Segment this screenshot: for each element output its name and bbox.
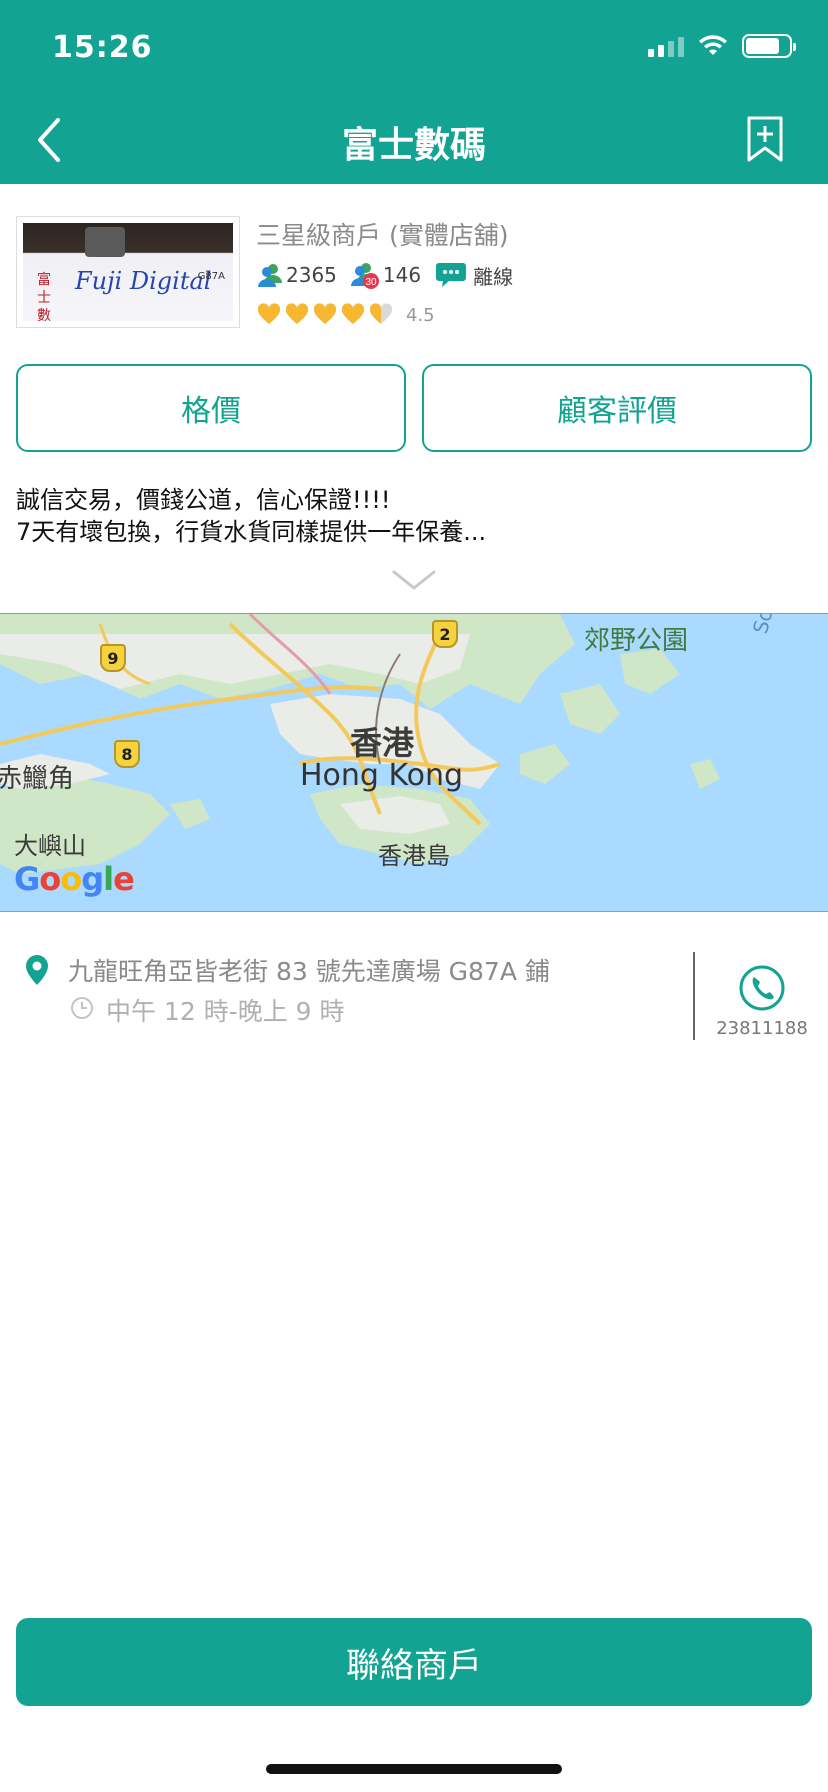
contact-info: 九龍旺角亞皆老街 83 號先達廣場 G87A 鋪 中午 12 時-晚上 9 時 …: [0, 940, 828, 1040]
heart-icon: [313, 303, 337, 324]
heart-icon: [369, 303, 393, 324]
google-logo-o2: o: [60, 860, 82, 898]
location-map[interactable]: 9 8 2 郊野公園 South 香港 Hong Kong 赤鱲角 大嶼山 香港…: [0, 613, 828, 912]
chevron-down-icon[interactable]: [390, 566, 438, 594]
map-label-chek-lap-kok: 赤鱲角: [0, 764, 75, 794]
store-photo[interactable]: 富士數碼 Fuji Digital G87A: [16, 216, 240, 328]
merchant-stats: 2365 30 146 離線: [256, 260, 527, 290]
recent-visitors-stat: 30 146: [350, 260, 422, 290]
bookmark-add-icon[interactable]: [746, 116, 784, 162]
store-address[interactable]: 九龍旺角亞皆老街 83 號先達廣場 G87A 鋪: [68, 952, 550, 988]
battery-icon: [742, 34, 796, 58]
phone-icon: [739, 965, 785, 1011]
heart-icon: [285, 303, 309, 324]
chat-bubble-icon: [436, 263, 467, 287]
chat-stat[interactable]: 離線: [435, 261, 513, 290]
map-label-country-park: 郊野公園: [584, 626, 689, 656]
rating-value: 4.5: [406, 304, 435, 326]
google-logo-o1: o: [39, 860, 61, 898]
chat-status: 離線: [473, 264, 514, 289]
google-logo-g1: G: [14, 860, 40, 898]
store-photo-sign: Fuji Digital: [75, 267, 212, 295]
app-header: 15:26 富士數碼: [0, 0, 828, 184]
map-label-hk-island: 香港島: [378, 842, 450, 870]
price-compare-button[interactable]: 格價: [16, 364, 406, 452]
home-indicator: [266, 1764, 562, 1774]
status-icons: [648, 34, 796, 58]
description-line-2: 7天有壞包換，行貨水貨同樣提供一年保養...: [16, 518, 487, 546]
page-title: 富士數碼: [341, 125, 486, 166]
call-button[interactable]: 23811188: [716, 964, 808, 1040]
route-shield-8: 8: [114, 740, 140, 768]
merchant-type: 三星級商戶 (實體店舖): [256, 221, 509, 250]
google-logo-e: e: [113, 860, 135, 898]
recent-visitors-badge: 30: [365, 277, 377, 288]
google-logo: Google: [14, 860, 135, 898]
followers-stat: 2365: [256, 261, 337, 289]
map-label-lantau: 大嶼山: [14, 832, 86, 860]
store-photo-code: G87A: [197, 271, 225, 282]
location-pin-icon: [26, 955, 48, 985]
hearts-rating: [257, 303, 393, 324]
customer-reviews-button[interactable]: 顧客評價: [422, 364, 812, 452]
merchant-summary: 富士數碼 Fuji Digital G87A 三星級商戶 (實體店舖) 2365…: [16, 216, 816, 328]
contact-merchant-button[interactable]: 聯絡商戶: [16, 1618, 812, 1706]
opening-hours: 中午 12 時-晚上 9 時: [106, 997, 345, 1026]
route-shield-9: 9: [100, 644, 126, 672]
wifi-icon: [699, 35, 727, 55]
route-shield-2: 2: [432, 620, 458, 648]
cellular-signal-icon: [648, 35, 684, 57]
status-time: 15:26: [52, 30, 153, 65]
store-photo-cjk: 富士數碼: [37, 272, 51, 321]
description-line-1: 誠信交易，價錢公道，信心保證!!!!: [16, 486, 391, 514]
google-logo-g2: g: [81, 860, 104, 898]
recent-users-icon: 30: [350, 263, 379, 289]
followers-count: 2365: [286, 263, 337, 287]
map-label-hk-en: Hong Kong: [300, 758, 464, 793]
rating-hearts: 4.5: [256, 302, 435, 328]
users-icon: [258, 264, 282, 287]
recent-visitors-count: 146: [382, 263, 422, 287]
phone-number: 23811188: [716, 1018, 808, 1039]
heart-icon: [341, 303, 365, 324]
divider: [693, 952, 695, 1040]
lamp-shape: [85, 227, 125, 257]
merchant-description: 誠信交易，價錢公道，信心保證!!!! 7天有壞包換，行貨水貨同樣提供一年保養..…: [16, 484, 812, 548]
google-logo-l: l: [103, 860, 114, 898]
heart-icon: [257, 303, 281, 324]
clock-icon: [71, 997, 93, 1019]
